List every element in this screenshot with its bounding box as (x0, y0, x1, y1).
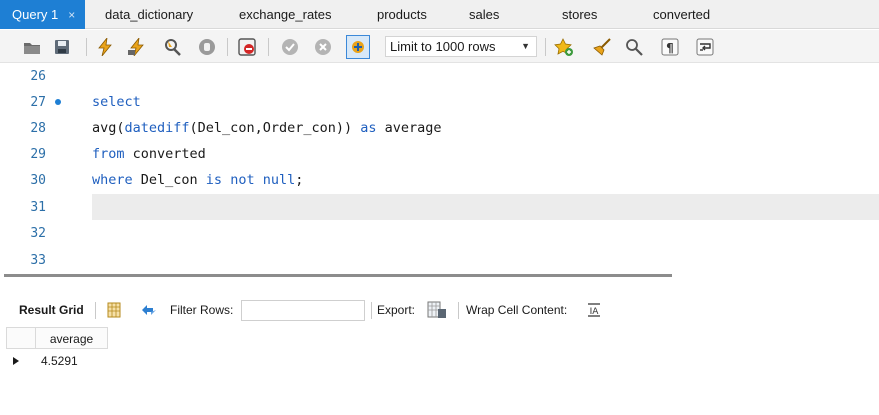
sql-keyword: select (92, 94, 141, 110)
result-grid-tab[interactable]: Result Grid (19, 296, 84, 324)
sql-editor[interactable]: 26 27 select 28 avg(datediff(Del_con,Ord… (0, 64, 879, 273)
tab-exchange-rates[interactable]: exchange_rates (239, 0, 332, 29)
current-line-highlight (92, 194, 879, 220)
sql-text: Del_con (132, 172, 206, 188)
toolbar-separator (86, 38, 87, 56)
wrap-cell-content-label: Wrap Cell Content: (466, 303, 568, 317)
tab-label: Query 1 (12, 7, 59, 22)
code-line[interactable]: from converted (92, 146, 206, 162)
save-icon[interactable] (52, 37, 72, 57)
toolbar-separator (458, 302, 459, 319)
line-number: 31 (30, 200, 46, 215)
tab-products[interactable]: products (377, 0, 427, 29)
toolbar-separator (371, 302, 372, 319)
sql-text: ; (295, 172, 304, 188)
explain-magnifier-icon[interactable] (162, 37, 182, 57)
toolbar-separator (268, 38, 269, 56)
sql-text: converted (124, 146, 206, 162)
row-limit-value: Limit to 1000 rows (390, 39, 496, 54)
chevron-down-icon: ▼ (521, 41, 530, 51)
code-line[interactable]: avg(datediff(Del_con,Order_con)) as aver… (92, 120, 442, 136)
editor-horizontal-scrollbar[interactable] (4, 274, 672, 277)
line-number: 26 (30, 69, 46, 84)
current-row-pointer-icon (13, 357, 19, 365)
svg-text:IA: IA (590, 307, 600, 317)
toggle-error-stop-icon[interactable] (237, 37, 257, 57)
line-number: 32 (30, 226, 46, 241)
line-number: 28 (30, 121, 46, 136)
row-header-corner (6, 327, 36, 349)
autocommit-toggle-icon[interactable] (346, 35, 370, 59)
row-limit-select[interactable]: Limit to 1000 rows ▼ (385, 36, 537, 57)
sql-keyword: null (262, 172, 296, 188)
commit-check-icon[interactable] (280, 37, 300, 57)
column-header-average[interactable]: average (36, 327, 108, 349)
open-folder-icon[interactable] (22, 37, 42, 57)
line-number: 27 (30, 95, 46, 110)
execute-lightning-icon[interactable] (95, 37, 115, 57)
filter-rows-label: Filter Rows: (170, 303, 234, 317)
export-label: Export: (377, 303, 416, 317)
sql-keyword: not (230, 172, 255, 188)
tab-close-icon[interactable]: × (68, 1, 75, 30)
toolbar-separator (95, 302, 96, 319)
code-line[interactable]: where Del_con is not null; (92, 172, 303, 188)
grid-view-icon[interactable] (104, 300, 124, 320)
svg-text:¶: ¶ (666, 41, 674, 55)
sql-keyword: as (360, 120, 377, 136)
tab-data-dictionary[interactable]: data_dictionary (105, 0, 193, 29)
sql-editor-toolbar: Limit to 1000 rows ▼ ¶ (0, 30, 879, 63)
sql-keyword: where (92, 172, 133, 188)
tab-sales[interactable]: sales (469, 0, 499, 29)
tab-stores[interactable]: stores (562, 0, 597, 29)
refresh-arrows-icon[interactable] (139, 300, 159, 320)
line-number: 30 (30, 173, 46, 188)
wrap-cell-icon[interactable]: IA (584, 300, 604, 320)
statement-marker-icon (55, 99, 61, 105)
tab-converted[interactable]: converted (653, 0, 710, 29)
bookmark-star-icon[interactable] (554, 37, 574, 57)
invisible-chars-icon[interactable]: ¶ (660, 37, 680, 57)
sql-function: avg( (92, 120, 125, 136)
sql-keyword: is (205, 172, 223, 188)
execute-current-lightning-icon[interactable] (127, 37, 147, 57)
code-line[interactable]: select (92, 94, 141, 110)
wrap-lines-icon[interactable] (695, 37, 715, 57)
sql-function: datediff (124, 120, 190, 136)
grid-cell[interactable]: 4.5291 (36, 350, 108, 372)
result-grid: average 4.5291 (0, 324, 879, 415)
line-number: 33 (30, 253, 46, 268)
sql-text: (Del_con,Order_con)) (189, 120, 361, 136)
find-icon[interactable] (624, 37, 644, 57)
sql-keyword: from (92, 146, 125, 162)
toolbar-separator (545, 38, 546, 56)
query-tab-bar: Query 1 × data_dictionary exchange_rates … (0, 0, 879, 29)
tab-query-1[interactable]: Query 1 × (0, 0, 86, 30)
line-number: 29 (30, 147, 46, 162)
stop-icon[interactable] (197, 37, 217, 57)
toolbar-separator (227, 38, 228, 56)
export-grid-icon[interactable] (427, 300, 447, 320)
filter-rows-input[interactable] (241, 300, 365, 321)
results-toolbar: Result Grid Filter Rows: Export: Wrap Ce… (0, 296, 879, 324)
rollback-x-icon[interactable] (313, 37, 333, 57)
beautify-broom-icon[interactable] (592, 37, 612, 57)
sql-text: average (376, 120, 442, 136)
